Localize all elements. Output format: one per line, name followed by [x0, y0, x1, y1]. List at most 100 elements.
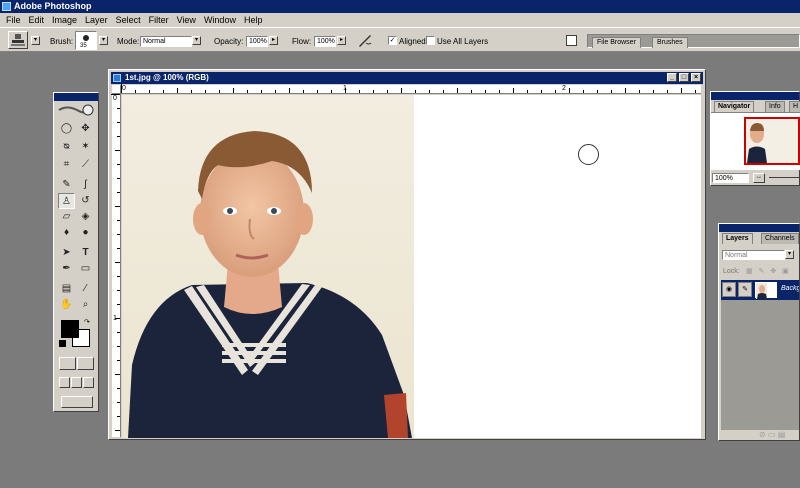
swap-colors-icon[interactable]: ↷ [84, 318, 90, 326]
ruler-tick [117, 108, 120, 109]
lock-label: Lock: [723, 268, 740, 275]
layers-titlebar[interactable] [719, 224, 799, 232]
file-browser-tab[interactable]: File Browser [592, 37, 641, 48]
menu-filter[interactable]: Filter [145, 13, 173, 27]
layers-tab[interactable]: Layers [722, 233, 753, 244]
tool-preset-dropdown[interactable]: ▾ [31, 36, 40, 45]
aligned-checkbox[interactable]: ✓ [388, 36, 397, 45]
notes-tool-icon[interactable]: ▤ [58, 281, 75, 297]
adobe-online-button[interactable] [57, 103, 95, 117]
ruler-origin[interactable] [112, 85, 121, 94]
ruler-tick [345, 88, 346, 93]
flow-input[interactable]: 100% [314, 36, 336, 47]
hand-tool-icon[interactable]: ✋ [58, 297, 75, 313]
lasso-tool-icon[interactable]: ᴓ [58, 139, 75, 155]
mode-select[interactable]: Normal [140, 36, 192, 47]
shape-tool-icon[interactable]: ▭ [77, 261, 94, 277]
zoom-tool-icon[interactable]: ⌕ [77, 297, 94, 313]
brush-dropdown[interactable]: ▾ [99, 36, 108, 45]
ruler-tick [247, 90, 248, 93]
opacity-input[interactable]: 100% [246, 36, 268, 47]
ruler-tick [163, 90, 164, 93]
menu-select[interactable]: Select [112, 13, 145, 27]
document-canvas[interactable] [122, 95, 701, 438]
layer-name: Backg [781, 285, 799, 292]
blend-mode-select[interactable]: Normal [722, 250, 785, 260]
brushes-tab[interactable]: Brushes [652, 37, 688, 48]
blur-tool-icon[interactable]: ♦ [58, 225, 75, 241]
foreground-color-swatch[interactable] [61, 320, 79, 338]
menu-file[interactable]: File [2, 13, 25, 27]
marquee-tool-icon[interactable]: ◯ [58, 121, 75, 137]
layer-footer-icons[interactable]: ⊘ ▭ ▤ [759, 430, 785, 439]
navigator-tab[interactable]: Navigator [714, 101, 755, 112]
layer-thumbnail [755, 282, 777, 299]
ruler-tick [117, 276, 120, 277]
slice-tool-icon[interactable]: ⟋ [77, 157, 94, 173]
blend-mode-dropdown[interactable]: ▾ [785, 250, 794, 259]
toolbox-titlebar[interactable] [54, 93, 98, 101]
minimize-button[interactable]: _ [667, 73, 677, 82]
info-tab[interactable]: Info [765, 101, 785, 112]
jump-to-imageready-icon[interactable] [61, 396, 93, 408]
horizontal-ruler[interactable]: 0 1 2 [121, 84, 701, 94]
mode-dropdown[interactable]: ▾ [192, 36, 201, 45]
magic-wand-tool-icon[interactable]: ✶ [77, 139, 94, 155]
channels-tab[interactable]: Channels [761, 233, 799, 244]
path-selection-tool-icon[interactable]: ➤ [58, 245, 75, 261]
menu-edit[interactable]: Edit [25, 13, 49, 27]
crop-tool-icon[interactable]: ⌗ [58, 157, 75, 173]
ruler-tick [583, 90, 584, 93]
palette-options-icon[interactable] [566, 35, 577, 46]
layer-brush-icon[interactable]: ✎ [738, 282, 752, 297]
ruler-tick [117, 136, 120, 137]
menu-layer[interactable]: Layer [81, 13, 112, 27]
airbrush-toggle[interactable] [357, 33, 373, 48]
zoom-out-icon[interactable]: ↔ [753, 173, 765, 183]
type-tool-icon[interactable]: T [77, 245, 94, 261]
navigator-titlebar[interactable] [711, 92, 799, 100]
vertical-ruler[interactable]: 0 1 [111, 94, 121, 437]
paint-bucket-tool-icon[interactable]: ◈ [77, 209, 94, 225]
menu-view[interactable]: View [173, 13, 200, 27]
clone-stamp-tool-icon[interactable]: ♙ [58, 193, 75, 209]
navigator-preview[interactable] [711, 112, 800, 170]
tool-preset-button[interactable] [8, 31, 28, 49]
use-all-layers-checkbox[interactable] [426, 36, 435, 45]
dodge-tool-icon[interactable]: ● [77, 225, 94, 241]
airbrush-icon [359, 35, 372, 47]
eraser-tool-icon[interactable]: ▱ [58, 209, 75, 225]
navigator-zoom-input[interactable]: 100% [712, 173, 749, 183]
brush-picker[interactable]: 35 [75, 31, 97, 50]
history-brush-tool-icon[interactable]: ↺ [77, 193, 94, 209]
menu-help[interactable]: Help [240, 13, 267, 27]
navigator-zoom-slider[interactable] [769, 177, 800, 178]
standard-screen-mode-icon[interactable] [59, 377, 70, 388]
brush-tool-icon[interactable]: ʃ [77, 177, 94, 193]
maximize-button[interactable]: □ [679, 73, 689, 82]
default-colors-icon[interactable] [59, 340, 66, 347]
menu-window[interactable]: Window [200, 13, 240, 27]
quick-mask-mode-icon[interactable] [77, 357, 94, 370]
menu-image[interactable]: Image [48, 13, 81, 27]
opacity-slider-button[interactable]: ▸ [269, 36, 278, 45]
eyedropper-tool-icon[interactable]: ⁄ [77, 281, 94, 297]
full-screen-mode-icon[interactable] [83, 377, 94, 388]
navigator-view-box[interactable] [744, 117, 800, 165]
layer-row-background[interactable]: ◉ ✎ Backg [721, 280, 799, 300]
standard-mode-icon[interactable] [59, 357, 76, 370]
histogram-tab[interactable]: H [789, 101, 800, 112]
close-button[interactable]: × [691, 73, 701, 82]
flow-slider-button[interactable]: ▸ [337, 36, 346, 45]
lock-icons[interactable]: ▦ ✎ ✥ ▣ [746, 267, 791, 275]
full-screen-menu-mode-icon[interactable] [71, 377, 82, 388]
pen-tool-icon[interactable]: ✒ [58, 261, 75, 277]
ruler-tick [117, 346, 120, 347]
document-titlebar[interactable]: 1st.jpg @ 100% (RGB) _ □ × [111, 72, 703, 84]
move-tool-icon[interactable]: ✥ [77, 121, 94, 137]
ruler-tick [111, 94, 120, 95]
ruler-tick [527, 90, 528, 93]
ruler-tick [117, 332, 120, 333]
layer-visibility-eye-icon[interactable]: ◉ [722, 282, 736, 297]
healing-brush-tool-icon[interactable]: ✎ [58, 177, 75, 193]
